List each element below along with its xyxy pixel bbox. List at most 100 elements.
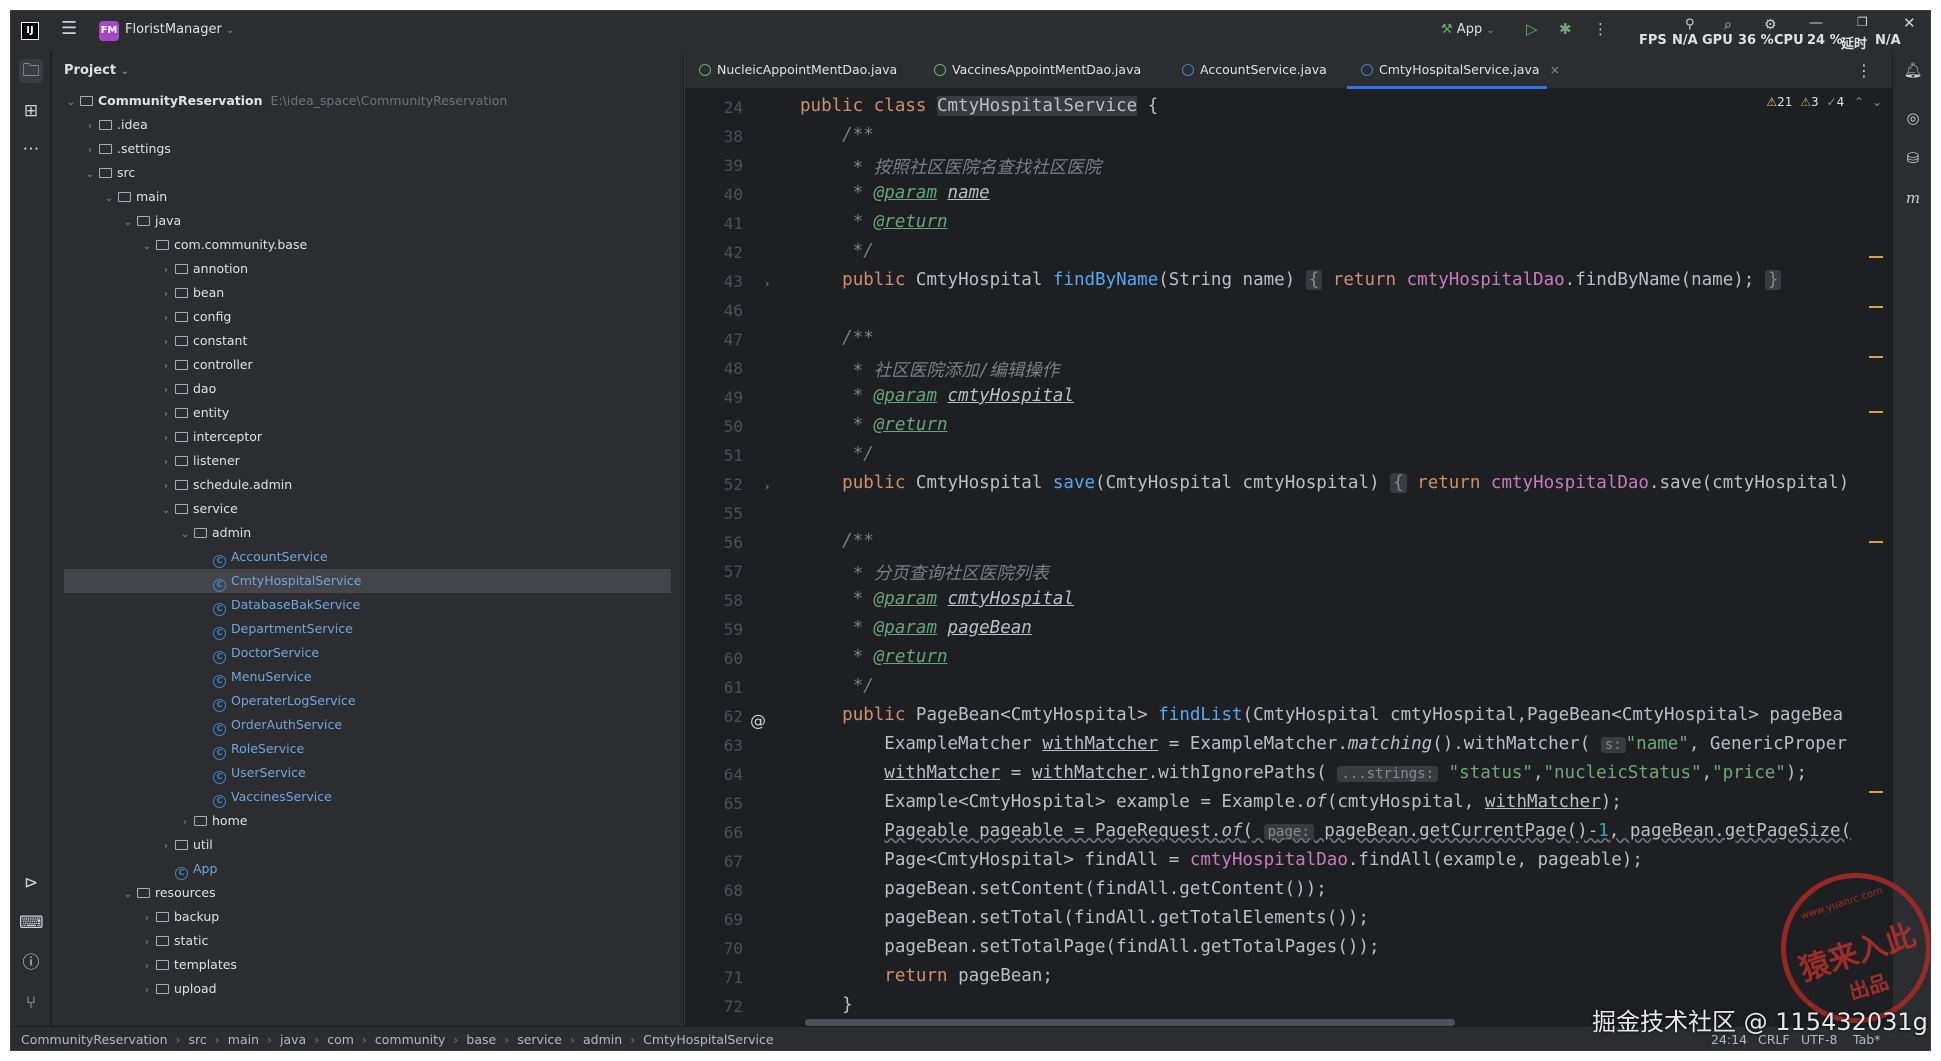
tree-item[interactable]: C App	[52, 857, 683, 881]
line-number[interactable]: 65	[685, 794, 743, 813]
project-badge[interactable]: FM	[99, 21, 119, 41]
tree-item[interactable]: C DoctorService	[52, 641, 683, 665]
code-line-24[interactable]: public class CmtyHospitalService {	[800, 96, 1158, 116]
minimize-icon[interactable]: —	[1809, 15, 1823, 31]
code-line-59[interactable]: * @param pageBean	[800, 618, 1032, 638]
tree-item[interactable]: › util	[52, 833, 683, 857]
code-line-48[interactable]: * 社区医院添加/编辑操作	[800, 357, 1060, 382]
chevron-down-icon[interactable]: ⌄	[83, 163, 97, 187]
breadcrumb-item[interactable]: main	[228, 1027, 259, 1050]
code-line-58[interactable]: * @param cmtyHospital	[800, 589, 1074, 609]
warning-marker[interactable]	[1869, 411, 1883, 413]
breadcrumb-item[interactable]: CmtyHospitalService	[643, 1027, 773, 1050]
run-icon[interactable]: ▷	[1526, 20, 1538, 38]
chevron-right-icon[interactable]: ›	[83, 139, 97, 163]
close-tab-icon[interactable]: ×	[1550, 62, 1560, 77]
tree-item[interactable]: › config	[52, 305, 683, 329]
code-line-69[interactable]: pageBean.setTotal(findAll.getTotalElemen…	[800, 908, 1369, 928]
tree-item[interactable]: › dao	[52, 377, 683, 401]
tree-item[interactable]: › bean	[52, 281, 683, 305]
chevron-right-icon[interactable]: ›	[140, 955, 154, 979]
tree-item[interactable]: › entity	[52, 401, 683, 425]
tree-item[interactable]: C DepartmentService	[52, 617, 683, 641]
line-number[interactable]: 50	[685, 417, 743, 436]
code-line-43[interactable]: public CmtyHospital findByName(String na…	[800, 270, 1782, 290]
close-window-icon[interactable]: ✕	[1903, 14, 1916, 32]
line-number[interactable]: 38	[685, 127, 743, 146]
tree-item[interactable]: ⌄ resources	[52, 881, 683, 905]
debug-icon[interactable]: ✱	[1559, 20, 1572, 38]
maven-icon[interactable]: m	[1902, 189, 1924, 211]
services-run-icon[interactable]: ⊳	[19, 871, 43, 895]
breadcrumb-item[interactable]: service	[517, 1027, 562, 1050]
code-line-61[interactable]: */	[800, 676, 874, 696]
horizontal-scrollbar[interactable]	[805, 1019, 1455, 1026]
project-panel-header[interactable]: Project ⌄	[52, 51, 683, 89]
breadcrumb-item[interactable]: admin	[583, 1027, 622, 1050]
line-number[interactable]: 41	[685, 214, 743, 233]
chevron-right-icon[interactable]: ›	[159, 283, 173, 307]
tree-item[interactable]: ⌄ admin	[52, 521, 683, 545]
chevron-down-icon[interactable]: ⌄	[159, 499, 173, 523]
tree-item[interactable]: › templates	[52, 953, 683, 977]
inspection-widget[interactable]: ⚠21 ⚠3 ✓4 ⌃ ⌄	[1766, 95, 1882, 109]
tree-item[interactable]: C OperaterLogService	[52, 689, 683, 713]
run-config-selector[interactable]: ⚒ App ⌄	[1441, 22, 1495, 37]
tree-item[interactable]: › interceptor	[52, 425, 683, 449]
tree-item[interactable]: ⌄ main	[52, 185, 683, 209]
tree-item[interactable]: › constant	[52, 329, 683, 353]
database-icon[interactable]: ⛁	[1902, 149, 1924, 171]
line-number[interactable]: 69	[685, 910, 743, 929]
tab-cmty-hospital-service[interactable]: CmtyHospitalService.java ×	[1347, 51, 1560, 89]
tab-account-service[interactable]: AccountService.java	[1168, 51, 1327, 89]
problems-icon[interactable]: ⓘ	[19, 951, 43, 975]
code-line-62[interactable]: public PageBean<CmtyHospital> findList(C…	[800, 705, 1843, 725]
line-number[interactable]: 61	[685, 678, 743, 697]
code-line-63[interactable]: ExampleMatcher withMatcher = ExampleMatc…	[800, 734, 1847, 754]
chevron-right-icon[interactable]: ›	[159, 355, 173, 379]
code-line-41[interactable]: * @return	[800, 212, 948, 232]
code-line-40[interactable]: * @param name	[800, 183, 990, 203]
code-line-70[interactable]: pageBean.setTotalPage(findAll.getTotalPa…	[800, 937, 1379, 957]
tree-item[interactable]: › schedule.admin	[52, 473, 683, 497]
fold-expand-icon[interactable]: ›	[765, 480, 769, 493]
chevron-right-icon[interactable]: ›	[159, 331, 173, 355]
code-line-65[interactable]: Example<CmtyHospital> example = Example.…	[800, 792, 1622, 812]
tree-item[interactable]: C RoleService	[52, 737, 683, 761]
search-icon[interactable]: ⌕	[1724, 17, 1732, 33]
chevron-right-icon[interactable]: ›	[159, 307, 173, 331]
line-number[interactable]: 67	[685, 852, 743, 871]
project-tool-folder-icon[interactable]: 🗀	[19, 59, 43, 83]
ai-assistant-icon[interactable]: ◎	[1902, 109, 1924, 131]
warning-marker[interactable]	[1869, 541, 1883, 543]
tree-item[interactable]: ⌄ service	[52, 497, 683, 521]
line-number[interactable]: 60	[685, 649, 743, 668]
line-number[interactable]: 57	[685, 562, 743, 581]
chevron-right-icon[interactable]: ›	[178, 811, 192, 835]
tree-item[interactable]: › .settings	[52, 137, 683, 161]
line-number[interactable]: 62	[685, 707, 743, 726]
line-number[interactable]: 64	[685, 765, 743, 784]
chevron-down-icon[interactable]: ⌄	[178, 523, 192, 547]
line-number[interactable]: 52	[685, 475, 743, 494]
git-branch-icon[interactable]: ⑂	[19, 991, 43, 1015]
code-line-72[interactable]: }	[800, 995, 853, 1015]
line-number[interactable]: 42	[685, 243, 743, 262]
terminal-icon[interactable]: ⌨	[19, 911, 44, 935]
line-number[interactable]: 55	[685, 504, 743, 523]
warning-marker[interactable]	[1869, 356, 1883, 358]
tree-item[interactable]: › .idea	[52, 113, 683, 137]
line-number[interactable]: 58	[685, 591, 743, 610]
chevron-right-icon[interactable]: ›	[159, 475, 173, 499]
spring-at-icon[interactable]: @	[750, 711, 766, 730]
chevron-right-icon[interactable]: ›	[140, 907, 154, 931]
code-line-68[interactable]: pageBean.setContent(findAll.getContent()…	[800, 879, 1327, 899]
chevron-right-icon[interactable]: ›	[159, 427, 173, 451]
notifications-bell-icon[interactable]: 🔔︎	[1902, 61, 1924, 83]
breadcrumb-item[interactable]: CommunityReservation	[21, 1027, 168, 1050]
line-number[interactable]: 66	[685, 823, 743, 842]
breadcrumb-item[interactable]: src	[189, 1027, 207, 1050]
code-line-52[interactable]: public CmtyHospital save(CmtyHospital cm…	[800, 473, 1849, 493]
warning-marker[interactable]	[1869, 306, 1883, 308]
breadcrumb-item[interactable]: community	[375, 1027, 446, 1050]
